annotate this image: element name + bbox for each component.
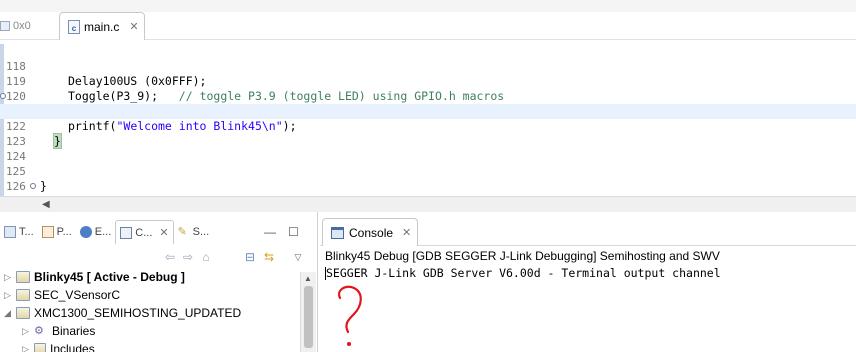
forward-arrow-icon[interactable]: ⇨	[181, 250, 195, 264]
home-icon[interactable]: ⌂	[199, 250, 213, 264]
tab-label: S...	[192, 226, 210, 238]
search-icon: ✎	[177, 226, 187, 238]
tab-search[interactable]: ✎ S...	[174, 221, 214, 243]
console-icon	[331, 226, 344, 239]
tab-label: C...	[135, 226, 153, 239]
tree-item-label: Includes	[50, 342, 95, 352]
tab-executables[interactable]: E...	[76, 221, 116, 243]
tree-vertical-scrollbar[interactable]: ▲	[300, 272, 316, 352]
project-folder-icon	[16, 271, 30, 283]
editor-tab-bar: 0x0 c main.c ✕	[0, 12, 856, 40]
previous-editor-tab[interactable]: 0x0	[0, 20, 31, 32]
back-arrow-icon[interactable]: ⇦	[163, 250, 177, 264]
code-line: 126	[0, 164, 856, 193]
tab-tasks[interactable]: T...	[0, 221, 38, 243]
console-output-line: SEGGER J-Link GDB Server V6.00d - Termin…	[326, 266, 721, 280]
tree-item-includes[interactable]: ▷ Includes	[22, 340, 95, 352]
project-folder-icon	[16, 307, 30, 319]
console-view: Console ✕ Blinky45 Debug [GDB SEGGER J-L…	[320, 212, 856, 352]
tab-c-projects[interactable]: C... ✕	[115, 220, 174, 244]
tree-item-xmc1300[interactable]: ◢ XMC1300_SEMIHOSTING_UPDATED	[4, 304, 241, 322]
tab-main-c[interactable]: c main.c ✕	[59, 12, 145, 40]
tasks-icon	[4, 226, 16, 238]
tree-item-sec-vsensorc[interactable]: ▷ SEC_VSensorC	[4, 286, 120, 304]
file-icon	[0, 21, 10, 31]
code-line: 121 printf("Welcome into Blink45\n");	[0, 89, 856, 133]
current-code-line: 122 }	[0, 104, 856, 149]
expand-icon[interactable]: ▷	[22, 340, 30, 352]
c-projects-icon	[120, 226, 133, 239]
left-view-toolbar: ⇦ ⇨ ⌂ ⊟ ⇆ ▽	[0, 248, 318, 268]
maximize-icon[interactable]: ☐	[288, 225, 299, 239]
tree-item-label: Blinky45 [ Active - Debug ]	[34, 270, 185, 284]
scroll-up-arrow-icon[interactable]: ▲	[304, 274, 312, 283]
c-file-icon-letter: c	[71, 23, 77, 33]
includes-icon	[34, 343, 46, 352]
launch-description: Blinky45 Debug [GDB SEGGER J-Link Debugg…	[325, 249, 720, 263]
expand-icon[interactable]: ▷	[4, 286, 12, 304]
tab-label: main.c	[84, 19, 120, 34]
code-line: 125 }	[0, 149, 856, 193]
c-file-icon: c	[68, 19, 80, 34]
collapse-icon[interactable]: ◢	[4, 304, 12, 322]
tree-item-label: XMC1300_SEMIHOSTING_UPDATED	[34, 306, 242, 320]
code-editor[interactable]: 118 Delay100US (0x0FFF); 119 Toggle(P3_9…	[0, 40, 856, 238]
code-line: 124	[0, 134, 856, 163]
problems-icon	[41, 226, 54, 238]
project-folder-icon	[16, 289, 30, 301]
previous-tab-label: 0x0	[13, 20, 31, 32]
binaries-icon: ⚙	[34, 325, 44, 337]
tab-label: E...	[94, 226, 112, 238]
expand-icon[interactable]: ▷	[4, 268, 12, 286]
tab-problems[interactable]: P...	[38, 221, 76, 243]
close-tab-icon[interactable]: ✕	[402, 226, 411, 239]
tab-label: T...	[19, 226, 34, 238]
tab-label: P...	[56, 226, 72, 238]
tree-item-binaries[interactable]: ▷ ⚙ Binaries	[22, 322, 95, 340]
console-tab-bar: Console ✕	[320, 218, 856, 246]
executables-icon	[79, 226, 92, 238]
close-tab-icon[interactable]: ✕	[129, 20, 138, 33]
code-line: 120	[0, 74, 856, 103]
code-line: 127 /**	[0, 179, 856, 238]
code-line: 123	[0, 119, 856, 148]
minimize-icon[interactable]: —	[264, 225, 276, 239]
tab-label: Console	[349, 225, 394, 240]
close-tab-icon[interactable]: ✕	[159, 226, 168, 239]
collapse-all-icon[interactable]: ⊟	[243, 250, 257, 264]
scrollbar-thumb[interactable]	[304, 286, 313, 348]
project-explorer-view: T... P... E... C... ✕ ✎ S... — ☐ ⇦ ⇨ ⌂ ⊟…	[0, 212, 318, 352]
tab-console[interactable]: Console ✕	[322, 218, 418, 246]
handwritten-question-mark-annotation	[338, 285, 362, 346]
breakpoint-marker-icon[interactable]	[0, 93, 6, 99]
scroll-left-arrow-icon[interactable]: ◀	[42, 199, 50, 210]
tree-item-label: SEC_VSensorC	[34, 288, 121, 302]
window-top-strip	[0, 0, 856, 12]
fold-expand-icon[interactable]	[30, 183, 36, 189]
console-output[interactable]: SEGGER J-Link GDB Server V6.00d - Termin…	[325, 266, 721, 280]
view-menu-icon[interactable]: ▽	[291, 250, 305, 264]
expand-icon[interactable]: ▷	[22, 322, 30, 340]
tree-item-label: Binaries	[52, 324, 96, 338]
link-with-editor-icon[interactable]: ⇆	[262, 250, 276, 264]
code-line: 119 Toggle(P3_9); // toggle P3.9 (toggle…	[0, 59, 856, 103]
editor-horizontal-scrollbar[interactable]: ◀	[0, 196, 856, 212]
code-line: 118 Delay100US (0x0FFF);	[0, 44, 856, 88]
tree-item-blinky45[interactable]: ▷ Blinky45 [ Active - Debug ]	[4, 268, 185, 286]
